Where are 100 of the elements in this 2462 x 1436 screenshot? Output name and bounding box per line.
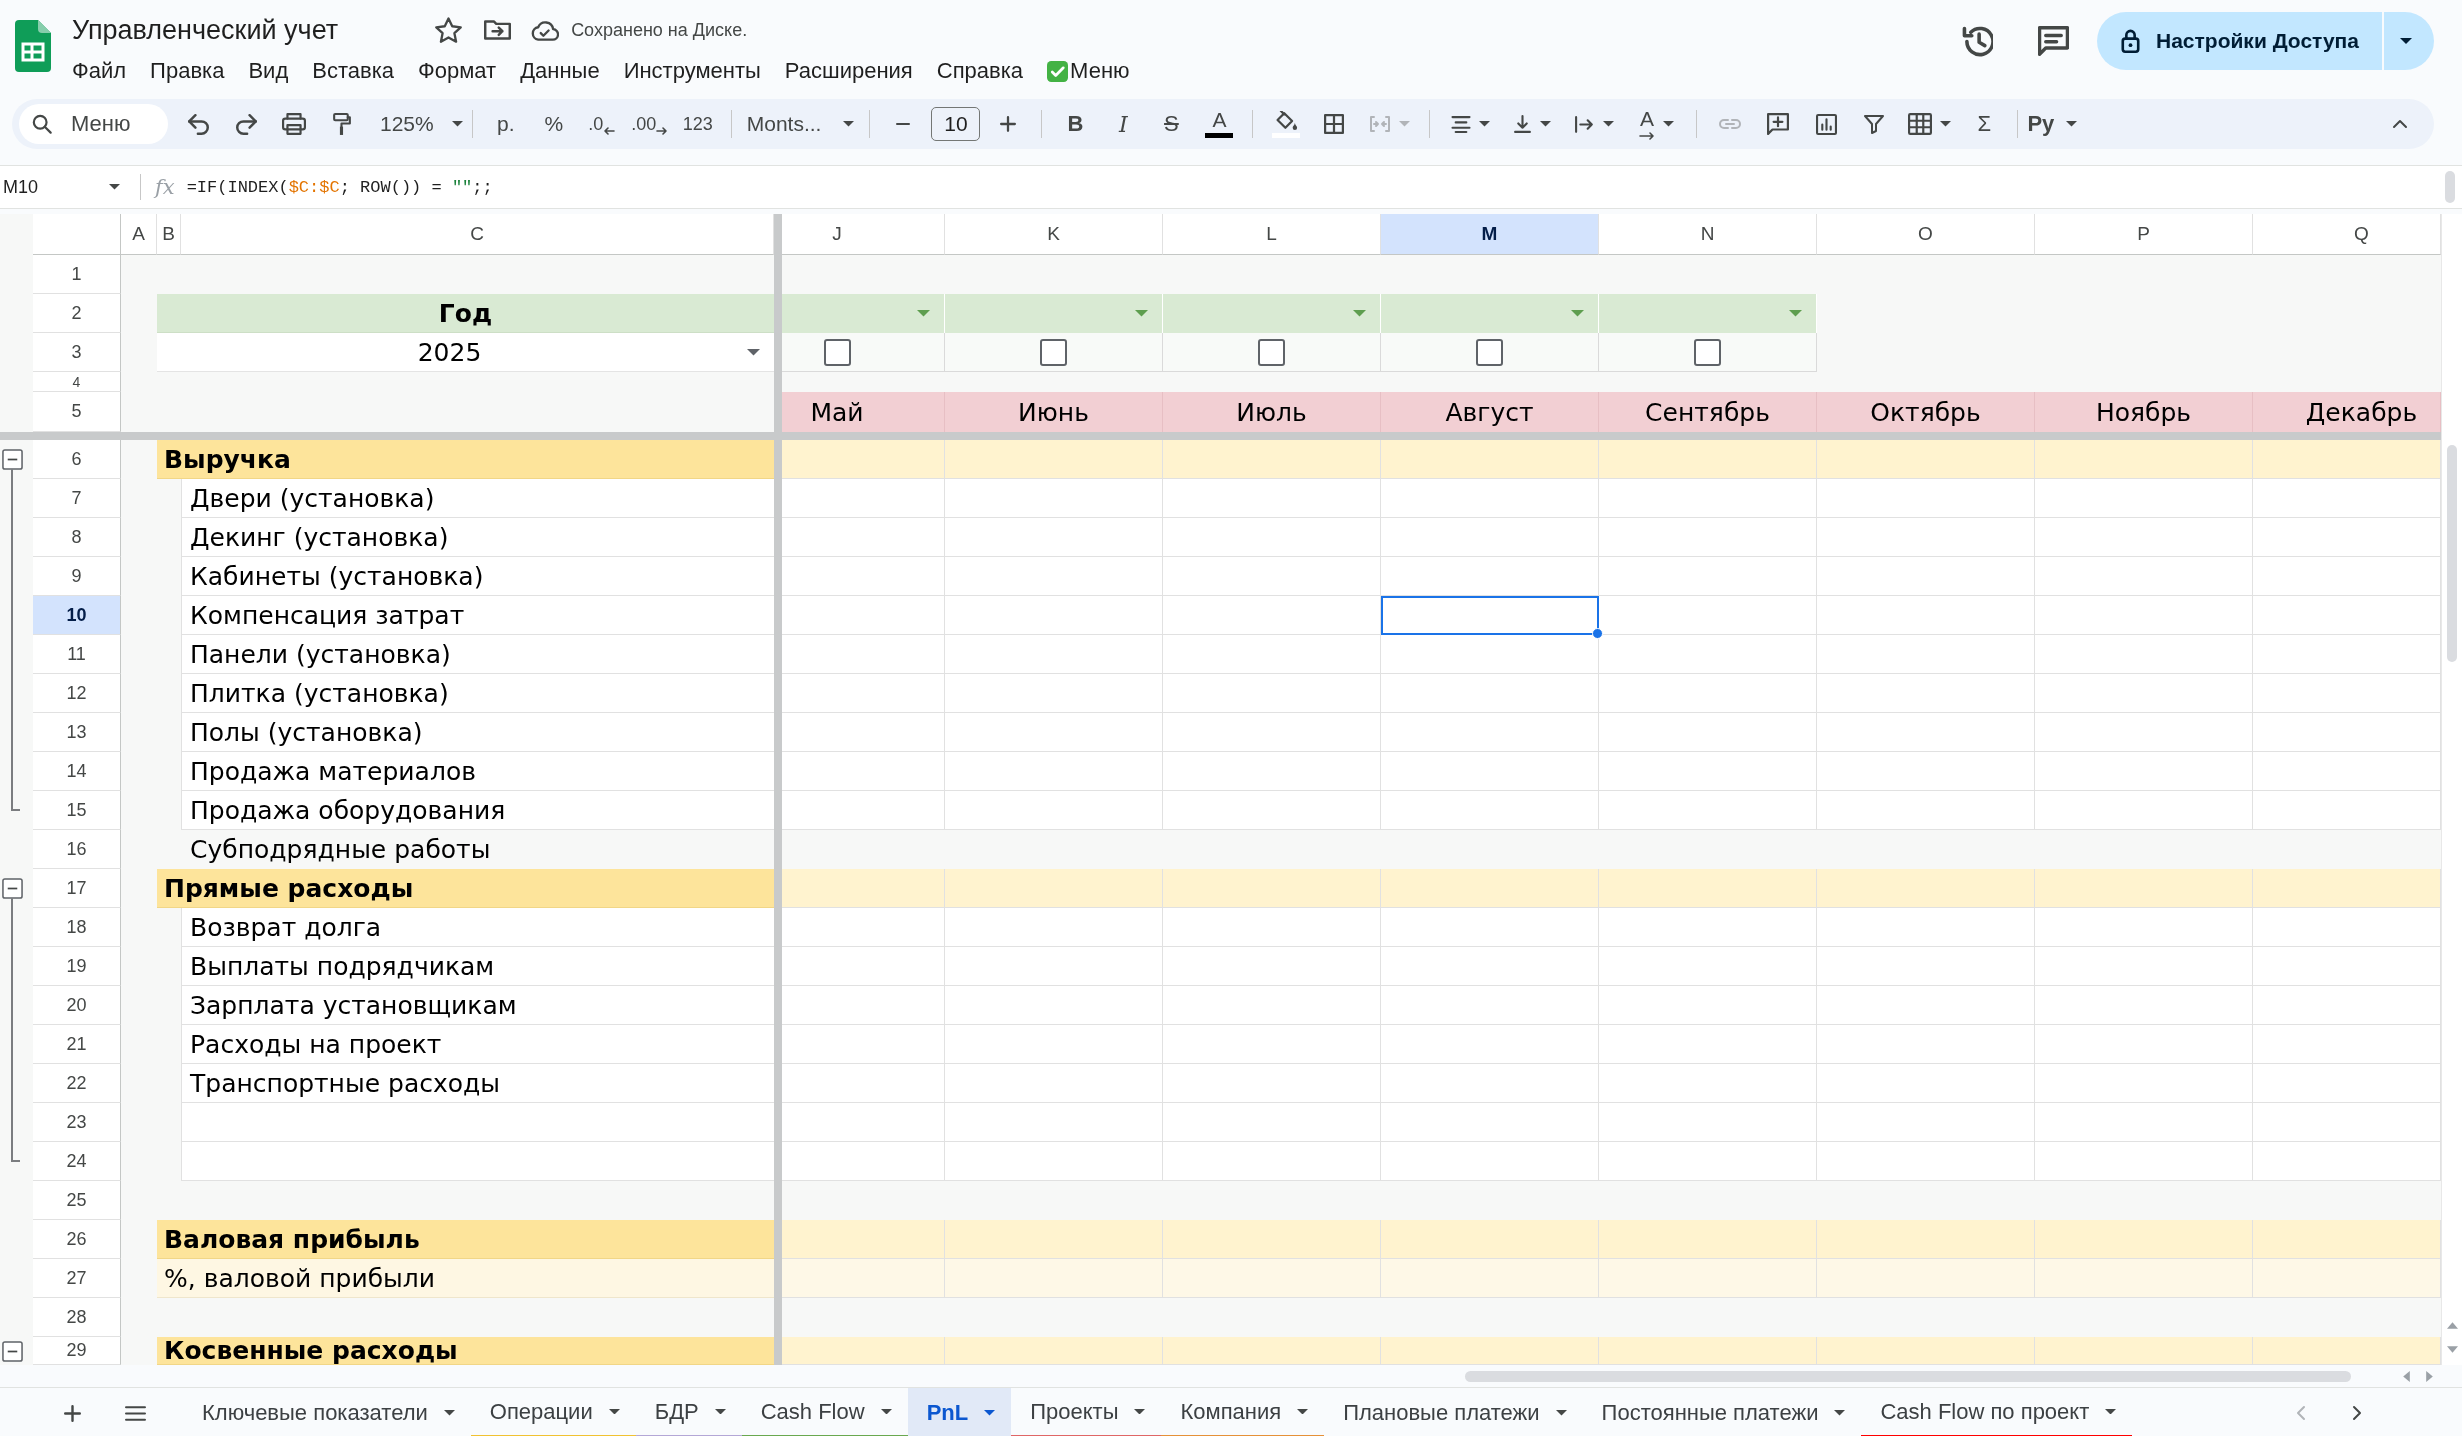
scroll-up-arrow-icon[interactable] [2446,1322,2458,1329]
functions-button[interactable]: Σ [1960,105,2009,143]
cloud-check-icon[interactable] [531,19,560,41]
menu-item[interactable]: Расширения [772,54,925,88]
row-number[interactable]: 17 [33,869,121,908]
caret-icon[interactable] [714,1408,726,1415]
history-icon[interactable] [1962,25,1993,57]
row-number[interactable]: 25 [33,1181,121,1220]
sheet-tab[interactable]: Операции [470,1388,636,1436]
decimal-button[interactable]: .00 [625,105,674,143]
row-number[interactable]: 14 [33,752,121,791]
sheet-tab[interactable]: PnL [907,1388,1012,1436]
row-number[interactable]: 13 [33,713,121,752]
sheet-tab[interactable]: Cash Flow [741,1388,908,1436]
comment-plus-icon[interactable] [1767,113,1790,135]
column-header[interactable]: L [1163,214,1381,255]
search-field[interactable]: Меню [19,104,168,144]
row-number[interactable]: 24 [33,1142,121,1181]
percent-button[interactable]: % [529,105,578,143]
column-header[interactable]: C [181,214,774,255]
row-number[interactable]: 27 [33,1259,121,1298]
row-number[interactable]: 4 [33,372,121,392]
row-number[interactable]: 3 [33,333,121,372]
menu-item[interactable]: Правка [138,54,237,88]
text-color-button[interactable]: A [1195,105,1244,143]
document-title[interactable]: Управленческий учет [72,14,339,46]
sheet-tab[interactable]: Ключевые показатели [183,1388,471,1436]
row-number[interactable]: 22 [33,1064,121,1103]
caret-icon[interactable] [1603,121,1615,127]
sheet-tab[interactable]: Компания [1161,1388,1325,1436]
column-header[interactable]: Q [2253,214,2441,255]
column-header[interactable]: J [782,214,945,255]
access-settings-button[interactable]: Настройки Доступа [2097,12,2382,70]
currency-button[interactable]: р. [481,105,530,143]
text-rotation-button[interactable]: A [1625,105,1688,143]
menu-item[interactable]: Формат [406,54,509,88]
paint-roller-icon[interactable] [333,112,351,136]
row-number[interactable]: 7 [33,479,121,518]
checkbox[interactable] [1694,338,1721,366]
caret-icon[interactable] [608,1408,620,1415]
undo-icon[interactable] [187,113,209,135]
caret-icon[interactable] [443,1410,455,1416]
row-number[interactable]: 29 [33,1337,121,1365]
caret-icon[interactable] [109,184,120,190]
scrollbar-thumb[interactable] [1465,1370,2351,1382]
align-bottom-icon[interactable] [1513,114,1533,134]
caret-icon[interactable] [2105,1408,2117,1415]
row-number[interactable]: 15 [33,791,121,830]
caret-icon[interactable] [2066,121,2078,127]
decimal-button[interactable]: .0 [577,105,626,143]
caret-icon[interactable] [843,121,855,127]
star-icon[interactable] [435,17,463,43]
strikethrough-button[interactable]: S [1147,105,1196,143]
minus-icon[interactable] [895,122,912,126]
row-number[interactable]: 5 [33,392,121,432]
row-number[interactable]: 10 [33,596,121,635]
row-number[interactable]: 23 [33,1103,121,1142]
row-number[interactable]: 6 [33,440,121,479]
caret-icon[interactable] [1297,1408,1309,1415]
caret-icon[interactable] [1939,121,1951,127]
name-box[interactable]: M10 [0,167,128,207]
sheet-tab[interactable]: Постоянные платежи [1582,1388,1862,1436]
caret-icon[interactable] [1540,121,1552,127]
chevron-up-icon[interactable] [2392,119,2408,129]
menu-item[interactable]: Инструменты [611,54,773,88]
caret-icon[interactable] [747,349,760,356]
column-header[interactable]: N [1599,214,1817,255]
minus-box-icon[interactable] [2,878,23,899]
sheet-tab[interactable]: Проекты [1011,1388,1162,1436]
caret-icon[interactable] [1478,121,1490,127]
filter-icon[interactable] [1864,114,1885,134]
scrollbar-thumb[interactable] [2447,445,2457,662]
menu-item[interactable]: Справка [924,54,1036,88]
checkbox[interactable] [1258,338,1285,366]
menu-item[interactable]: Вид [236,54,301,88]
row-number[interactable]: 18 [33,908,121,947]
menu-icon[interactable] [125,1405,146,1421]
row-number[interactable]: 9 [33,557,121,596]
font-select[interactable]: Monts... [746,105,855,143]
zoom-select[interactable]: 125% [380,105,463,143]
checkbox[interactable] [1040,338,1067,366]
menu-item[interactable]: Данные [508,54,612,88]
checkbox[interactable] [1476,338,1503,366]
row-number[interactable]: 1 [33,255,121,294]
caret-icon[interactable] [1134,1408,1146,1415]
caret-icon[interactable] [1555,1410,1567,1416]
minus-box-icon[interactable] [2,449,23,470]
number-format-button[interactable]: 123 [673,105,722,143]
caret-icon[interactable] [880,1408,892,1415]
column-header[interactable]: K [945,214,1163,255]
checkbox[interactable] [823,338,851,366]
caret-icon[interactable] [451,121,463,127]
column-header[interactable]: O [1817,214,2035,255]
sheet-tab[interactable]: Плановые платежи [1324,1388,1583,1436]
input-tools-button[interactable]: Ру [2027,105,2078,143]
folder-arrow-icon[interactable] [484,20,512,40]
plus-icon[interactable] [64,1404,81,1422]
redo-icon[interactable] [235,113,257,135]
row-number[interactable]: 26 [33,1220,121,1259]
formula-text[interactable]: =IF(INDEX($C:$C; ROW()) = "";; [186,177,493,197]
